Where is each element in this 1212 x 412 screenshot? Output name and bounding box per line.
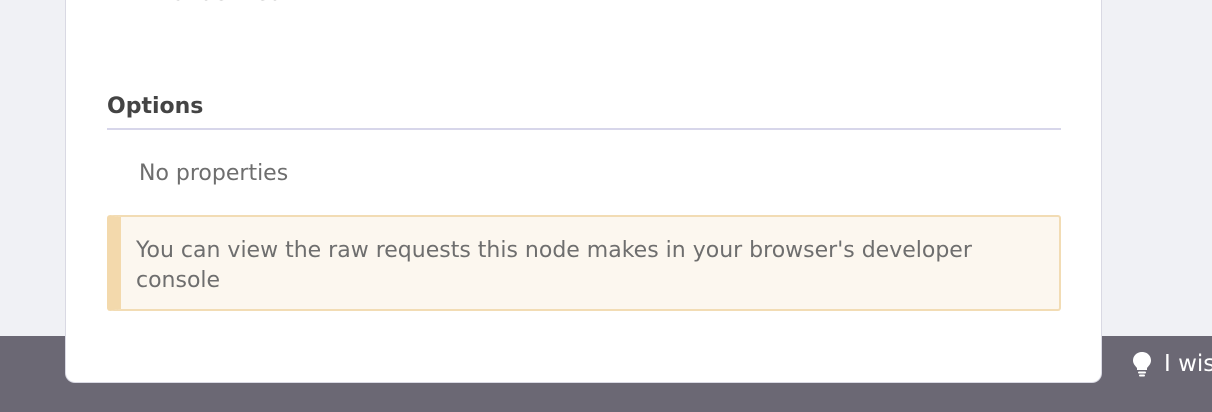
no-properties-text: No properties (139, 161, 289, 186)
previous-property-value: undefined (172, 0, 283, 6)
lightbulb-icon (1132, 351, 1152, 377)
node-details-panel: undefined Options No properties You can … (65, 0, 1102, 383)
tip-text: I wis (1164, 351, 1212, 377)
tip-banner[interactable]: I wis (1132, 350, 1212, 378)
developer-console-notice: You can view the raw requests this node … (107, 215, 1061, 311)
options-heading: Options (107, 94, 204, 119)
section-divider (107, 128, 1061, 130)
notice-text: You can view the raw requests this node … (136, 238, 972, 293)
